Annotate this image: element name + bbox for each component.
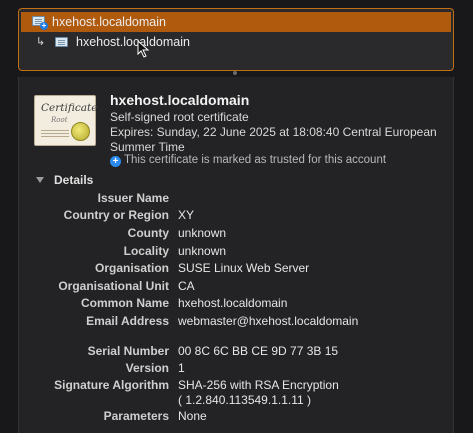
certificate-icon: + — [32, 16, 48, 30]
detail-row-signature-algorithm: Signature Algorithm SHA-256 with RSA Enc… — [54, 378, 339, 407]
certificate-expiry: Expires: Sunday, 22 June 2025 at 18:08:4… — [110, 125, 437, 154]
detail-row-locality: Locality unknown — [123, 244, 227, 258]
detail-row-organisation: Organisation SUSE Linux Web Server — [94, 261, 310, 275]
detail-row-email: Email Address webmaster@hxehost.localdoma… — [86, 314, 359, 328]
detail-row-parameters: Parameters None — [103, 409, 207, 423]
certificate-large-icon: Certificate Root — [34, 95, 97, 146]
seal-icon — [71, 122, 90, 141]
trusted-plus-icon: + — [110, 156, 121, 167]
detail-row-version: Version 1 — [125, 361, 185, 375]
certificate-title: hxehost.localdomain — [110, 92, 250, 108]
split-handle[interactable] — [233, 71, 237, 75]
mouse-pointer-icon — [137, 40, 150, 58]
chain-item-root[interactable]: + hxehost.localdomain — [21, 12, 451, 32]
certificate-chain-panel: + hxehost.localdomain ↳ hxehost.localdom… — [18, 8, 454, 71]
chain-item-child[interactable]: ↳ hxehost.localdomain — [19, 32, 453, 52]
detail-row-org-unit: Organisational Unit CA — [58, 279, 195, 293]
certificate-detail-panel: Certificate Root hxehost.localdomain Sel… — [18, 77, 454, 433]
certificate-icon — [55, 37, 69, 48]
detail-row-country: Country or Region XY — [63, 208, 195, 222]
trust-status: + This certificate is marked as trusted f… — [110, 154, 386, 167]
detail-row-issuer-name: Issuer Name — [97, 191, 169, 205]
detail-row-county: County unknown — [127, 226, 227, 240]
detail-row-serial: Serial Number 00 8C 6C BB CE 9D 77 3B 15 — [87, 344, 339, 358]
certificate-subtitle: Self-signed root certificate — [110, 110, 249, 124]
chain-item-label: hxehost.localdomain — [76, 35, 190, 49]
detail-row-common-name: Common Name hxehost.localdomain — [80, 296, 288, 310]
disclosure-triangle-icon — [36, 177, 44, 183]
child-arrow-icon: ↳ — [36, 36, 46, 48]
chain-item-label: hxehost.localdomain — [52, 15, 166, 29]
details-disclosure[interactable]: Details — [36, 173, 93, 187]
